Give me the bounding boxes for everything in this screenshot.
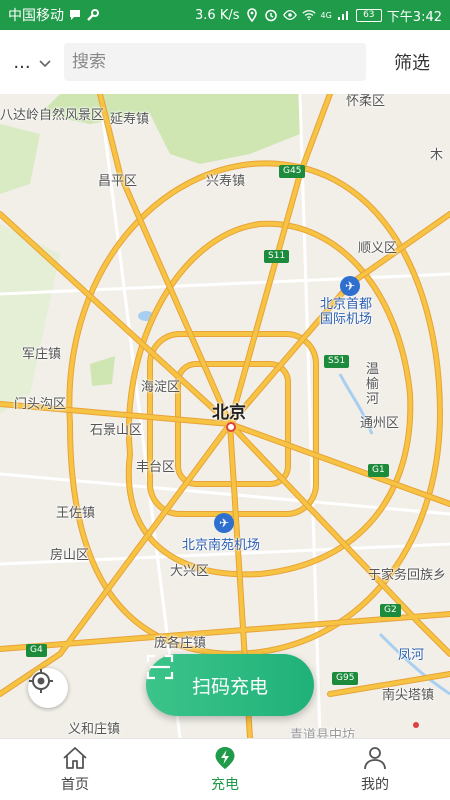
nav-mine[interactable]: 我的 <box>300 739 450 800</box>
place-label: 温榆河 <box>366 362 380 407</box>
eye-icon <box>282 8 297 22</box>
network-type: 4G <box>320 10 332 20</box>
place-label: 庞各庄镇 <box>154 636 207 651</box>
locate-me-button[interactable] <box>28 668 68 708</box>
nav-charge[interactable]: 充电 <box>150 739 300 800</box>
highway-shield: G4 <box>26 644 47 657</box>
search-box[interactable] <box>64 43 366 81</box>
search-header: ... 筛选 <box>0 30 450 94</box>
city-selector[interactable]: ... <box>0 52 64 73</box>
nav-mine-label: 我的 <box>361 776 389 793</box>
highway-shield: G1 <box>368 464 389 477</box>
scan-icon <box>146 654 174 680</box>
place-label: 丰台区 <box>136 460 176 475</box>
carrier-name: 中国移动 <box>8 8 64 24</box>
place-label: 军庄镇 <box>22 347 62 362</box>
scan-charge-label: 扫码充电 <box>191 675 268 698</box>
airport-label: 北京首都国际机场 <box>320 297 373 327</box>
airplane-icon: ✈ <box>214 513 234 533</box>
highway-shield: G95 <box>332 672 359 685</box>
highway-shield: S51 <box>324 355 350 368</box>
place-label: 顺义区 <box>358 241 398 256</box>
place-label: 通州区 <box>360 416 400 431</box>
filter-button[interactable]: 筛选 <box>374 49 450 75</box>
clock: 下午3:42 <box>386 9 442 25</box>
highway-shield: G45 <box>279 165 306 178</box>
river-label: 凤河 <box>398 648 425 663</box>
status-bar: 中国移动 3.6 K/s 4G 63 下午3:42 <box>0 0 450 30</box>
place-label: 房山区 <box>50 548 90 563</box>
place-label: 大兴区 <box>170 564 210 579</box>
app-screen: 中国移动 3.6 K/s 4G 63 下午3:42 ... 搜索 筛选 八达岭自… <box>0 0 450 800</box>
place-label: 木 <box>430 148 444 163</box>
crosshair-icon <box>29 669 53 693</box>
city-center-label: 北京 <box>212 403 246 423</box>
place-label: 兴寿镇 <box>206 174 246 189</box>
airplane-icon: ✈ <box>340 276 360 296</box>
network-speed: 3.6 K/s <box>195 7 240 23</box>
nav-charge-label: 充电 <box>211 776 239 793</box>
city-label: ... <box>13 51 31 73</box>
place-label: 王佐镇 <box>56 506 96 521</box>
airport-label: 北京南苑机场 <box>182 538 261 553</box>
map-view[interactable]: 八达岭自然风景区 延寿镇 怀柔区 木 昌平区 兴寿镇 顺义区 北京首都国际机场 … <box>0 94 450 738</box>
place-label: 石景山区 <box>90 423 143 438</box>
chat-icon <box>68 8 82 22</box>
place-label: 延寿镇 <box>110 112 150 127</box>
wifi-icon <box>301 8 316 22</box>
place-label: 南尖塔镇 <box>382 688 435 703</box>
place-label: 青道县中坊 <box>290 728 356 738</box>
scan-charge-button[interactable]: 扫码充电 <box>146 654 314 716</box>
nav-home-label: 首页 <box>61 776 89 793</box>
bottom-nav: 首页 充电 我的 <box>0 738 450 800</box>
search-input[interactable] <box>72 52 366 72</box>
place-label: 怀柔区 <box>346 94 386 109</box>
place-label: 义和庄镇 <box>68 722 121 737</box>
place-label: 门头沟区 <box>14 397 67 412</box>
place-label: 八达岭自然风景区 <box>0 108 105 123</box>
battery-indicator: 63 <box>355 8 382 22</box>
nav-home[interactable]: 首页 <box>0 739 150 800</box>
location-pin-icon <box>245 8 259 22</box>
signal-icon <box>337 8 351 22</box>
chevron-down-icon <box>39 52 51 73</box>
highway-shield: G2 <box>380 604 401 617</box>
charge-bolt-icon <box>215 746 235 769</box>
home-icon <box>63 746 87 769</box>
wrench-icon <box>86 8 100 22</box>
place-label: 昌平区 <box>98 174 138 189</box>
alarm-icon <box>264 8 278 22</box>
place-label: 于家务回族乡 <box>368 568 447 583</box>
place-label: 海淀区 <box>141 380 181 395</box>
highway-shield: S11 <box>264 250 290 263</box>
user-icon <box>364 746 386 769</box>
